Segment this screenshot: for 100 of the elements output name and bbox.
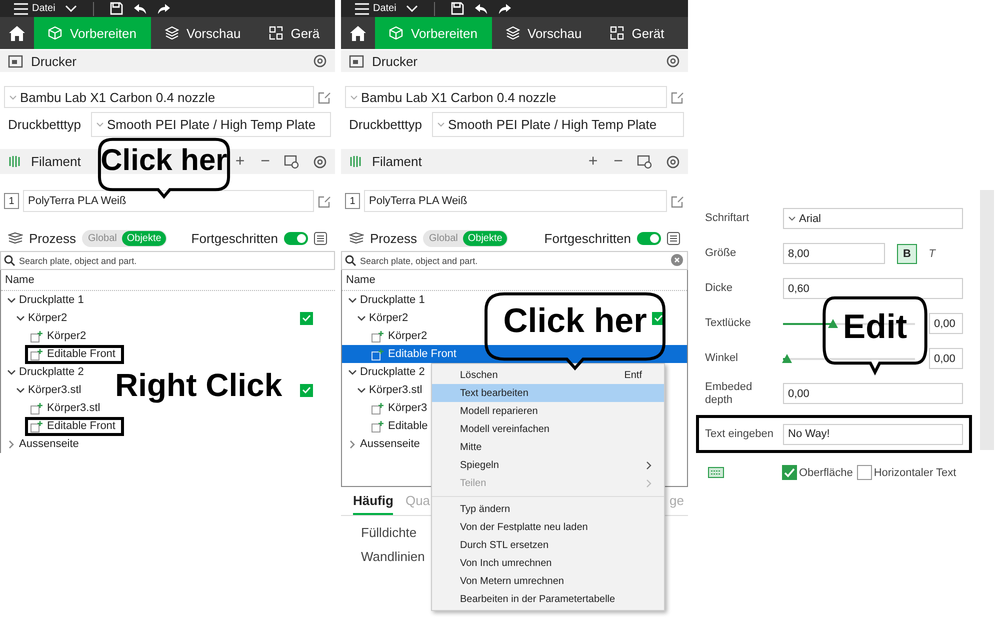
bed-type-select[interactable]: Smooth PEI Plate / High Temp Plate — [432, 112, 684, 137]
size-input[interactable]: 8,00 — [783, 243, 885, 264]
undo-icon[interactable] — [474, 2, 488, 14]
chevron-right-icon[interactable] — [7, 440, 16, 448]
undo-icon[interactable] — [133, 2, 148, 14]
checkbox[interactable] — [300, 312, 313, 324]
menu-item[interactable]: Modell reparieren — [432, 402, 664, 420]
bed-type-select[interactable]: Smooth PEI Plate / High Temp Plate — [90, 112, 331, 137]
checkbox[interactable] — [856, 465, 872, 480]
menu-item[interactable]: Durch STL ersetzen — [432, 536, 664, 554]
menu-item[interactable]: Spiegeln — [432, 456, 664, 474]
clear-icon[interactable] — [671, 254, 683, 266]
menu-item[interactable]: Text bearbeiten — [432, 384, 664, 402]
add-button[interactable]: + — [231, 152, 249, 170]
home-icon[interactable] — [349, 24, 367, 42]
printer-select[interactable]: Bambu Lab X1 Carbon 0.4 nozzle — [4, 86, 314, 108]
edit-icon[interactable] — [671, 90, 684, 104]
chevron-down-icon[interactable] — [357, 386, 366, 394]
add-button[interactable]: + — [584, 152, 602, 170]
menu-item[interactable]: Bearbeiten in der Parametertabelle — [432, 590, 664, 608]
tree-item[interactable]: Editable Front — [388, 348, 456, 360]
save-icon[interactable] — [110, 2, 124, 15]
settings-icon[interactable] — [666, 154, 680, 168]
sync-icon[interactable] — [637, 154, 652, 168]
menu-item[interactable]: Von der Festplatte neu laden — [432, 518, 664, 536]
slider-handle[interactable] — [828, 318, 838, 328]
remove-button[interactable]: − — [256, 152, 274, 170]
edit-icon[interactable] — [318, 90, 331, 104]
list-icon[interactable] — [667, 232, 680, 244]
checkbox[interactable] — [300, 384, 313, 396]
edit-icon[interactable] — [318, 194, 331, 208]
tab[interactable]: Häufig — [353, 493, 394, 515]
keyboard-icon[interactable] — [708, 467, 724, 478]
menu-item[interactable]: Typ ändern — [432, 496, 664, 518]
slider-handle[interactable] — [782, 354, 792, 362]
tree-item[interactable]: Aussenseite — [19, 438, 79, 450]
menu-item[interactable]: Modell vereinfachen — [432, 420, 664, 438]
file-menu[interactable]: Datei — [32, 3, 56, 14]
home-icon[interactable] — [8, 24, 26, 42]
chevron-down-icon[interactable] — [7, 368, 16, 376]
tree-item[interactable]: Körper2 — [369, 312, 408, 324]
filament-select[interactable]: PolyTerra PLA Weiß — [23, 190, 314, 212]
style-button[interactable]: T — [923, 244, 941, 262]
tab[interactable]: Gerä — [290, 26, 320, 40]
text-input[interactable]: No Way! — [783, 424, 963, 444]
chevron-down-icon[interactable] — [357, 314, 366, 322]
text-input[interactable]: 0,00 — [783, 383, 963, 404]
save-icon[interactable] — [451, 2, 464, 15]
tree-item[interactable]: Körper2 — [28, 312, 68, 324]
tree-item[interactable]: Editable Front — [47, 348, 116, 360]
chevron-down-icon[interactable] — [16, 314, 25, 322]
tree-item[interactable]: Editable — [388, 420, 428, 432]
tree-item[interactable]: Körper3.stl — [369, 384, 422, 396]
sync-icon[interactable] — [284, 154, 299, 168]
filament-select[interactable]: PolyTerra PLA Weiß — [364, 190, 667, 212]
tree-item[interactable]: Druckplatte 1 — [19, 294, 84, 306]
printer-select[interactable]: Bambu Lab X1 Carbon 0.4 nozzle — [345, 86, 667, 108]
tree-item[interactable]: Körper2 — [47, 330, 86, 342]
style-button[interactable]: B — [897, 244, 917, 264]
list-icon[interactable] — [314, 232, 327, 244]
value-input[interactable]: 0,00 — [929, 348, 963, 369]
redo-icon[interactable] — [157, 2, 172, 14]
file-menu[interactable]: Datei — [373, 3, 396, 14]
search-field[interactable]: Search plate, object and part. — [341, 251, 688, 270]
text-input[interactable]: 0,60 — [783, 278, 963, 299]
menu-item[interactable]: Von Inch umrechnen — [432, 554, 664, 572]
tab[interactable]: Vorschau — [528, 26, 582, 40]
menu-item[interactable]: Mitte — [432, 438, 664, 456]
tree-item[interactable]: Körper2 — [388, 330, 428, 342]
tree-item[interactable]: Körper3.stl — [28, 384, 82, 396]
tree-item[interactable]: Körper3.stl — [47, 402, 100, 414]
chevron-down-icon[interactable] — [7, 296, 16, 304]
tree-item[interactable]: Druckplatte 2 — [360, 366, 425, 378]
tab[interactable]: Gerät — [632, 26, 664, 40]
settings-icon[interactable] — [666, 54, 680, 68]
chevron-down-icon[interactable] — [16, 386, 25, 394]
edit-icon[interactable] — [671, 194, 684, 208]
redo-icon[interactable] — [498, 2, 512, 14]
tree-item[interactable]: Editable Front — [47, 420, 116, 432]
menu-item[interactable]: Von Metern umrechnen — [432, 572, 664, 590]
chevron-right-icon[interactable] — [348, 440, 357, 448]
menu-icon[interactable] — [355, 2, 369, 14]
value-input[interactable]: 0,00 — [929, 313, 963, 334]
advanced-toggle[interactable] — [284, 232, 308, 244]
chevron-down-icon — [96, 122, 104, 127]
font-select[interactable]: Arial — [783, 208, 963, 229]
chevron-down-icon[interactable] — [348, 368, 357, 376]
search-field[interactable]: Search plate, object and part. — [0, 251, 335, 270]
remove-button[interactable]: − — [610, 152, 627, 170]
settings-icon[interactable] — [313, 154, 327, 168]
advanced-toggle[interactable] — [637, 232, 661, 244]
tree-item[interactable]: Körper3 — [388, 402, 428, 414]
tree-item[interactable]: Druckplatte 1 — [360, 294, 425, 306]
checkbox[interactable] — [782, 465, 797, 480]
menu-icon[interactable] — [14, 2, 28, 14]
tree-item[interactable]: Aussenseite — [360, 438, 420, 450]
tab[interactable]: Vorschau — [186, 26, 241, 40]
settings-icon[interactable] — [313, 54, 327, 68]
chevron-down-icon[interactable] — [348, 296, 357, 304]
tree-item[interactable]: Druckplatte 2 — [19, 366, 84, 378]
